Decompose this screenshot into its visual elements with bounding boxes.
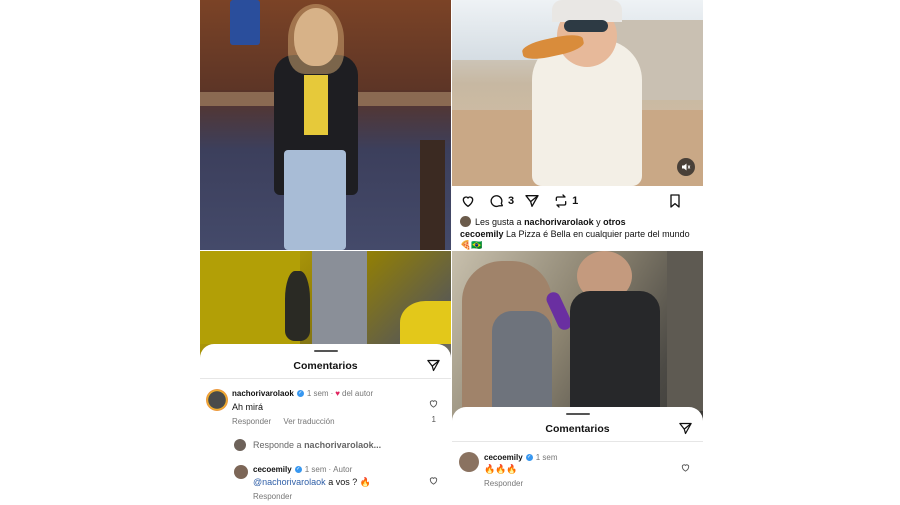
comment-header: nachorivarolaok ✓ 1 sem · ♥ del autor	[232, 389, 375, 398]
reply-actions: Responder	[253, 492, 302, 501]
likes-suffix: y	[596, 216, 601, 227]
comment-button[interactable]: 3	[489, 193, 514, 209]
like-button[interactable]	[460, 193, 479, 209]
sheet-title: Comentarios	[545, 423, 610, 435]
reply-placeholder-user: nachorivarolaok...	[304, 440, 382, 450]
comment-text: Ah mirá	[232, 402, 264, 412]
comments-sheet: Comentarios nachorivarolaok ✓ 1 sem · ♥ …	[200, 344, 451, 505]
heart-icon[interactable]	[428, 398, 439, 409]
translate-button[interactable]: Ver traducción	[283, 417, 334, 426]
comments-panel-right: Comentarios cecoemily ✓ 1 sem 🔥🔥🔥 Respon…	[452, 251, 703, 505]
verified-icon: ✓	[294, 466, 302, 473]
caption-text: La Pizza é Bella en cualquier parte del …	[506, 229, 690, 239]
post-photo	[452, 0, 703, 186]
reply-input[interactable]: Responde a nachorivarolaok...	[253, 440, 381, 450]
reply-button[interactable]: Responder	[484, 479, 523, 488]
separator-dot: ·	[330, 389, 334, 398]
reply-button[interactable]: Responder	[253, 492, 292, 501]
comment-actions: Responder	[484, 479, 533, 488]
separator-dot: ·	[328, 465, 332, 474]
sheet-handle[interactable]	[565, 413, 590, 415]
reply-placeholder-prefix: Responde a	[253, 440, 302, 450]
avatar[interactable]	[459, 452, 479, 472]
likes-prefix: Les gusta a	[475, 216, 522, 227]
share-button[interactable]	[524, 193, 543, 209]
comment-username[interactable]: cecoemily	[484, 453, 523, 462]
avatar	[460, 216, 471, 227]
reply-text-body: a vos ? 🔥	[328, 477, 371, 487]
comment-icon	[490, 195, 503, 208]
comment-time: 1 sem	[304, 465, 327, 474]
comment-username[interactable]: nachorivarolaok	[232, 389, 294, 398]
photo-collage: 3 1 Les gusta a nachorivarolaok y otros …	[200, 0, 703, 505]
caption-emojis: 🍕🇧🇷	[460, 240, 483, 250]
caption-username[interactable]: cecoemily	[460, 229, 504, 239]
comments-panel-left: Comentarios nachorivarolaok ✓ 1 sem · ♥ …	[200, 251, 451, 505]
like-count: 1	[431, 415, 436, 424]
post-actions: 3 1	[460, 192, 696, 210]
repost-count: 1	[572, 195, 579, 207]
comment-header: cecoemily ✓ 1 sem	[484, 453, 560, 462]
heart-icon: ♥	[335, 389, 341, 398]
avatar[interactable]	[206, 389, 228, 411]
mention-link[interactable]: @nachorivarolaok	[253, 477, 326, 487]
divider	[200, 378, 451, 379]
mute-icon[interactable]	[677, 158, 695, 176]
reply-text: @nachorivarolaok a vos ? 🔥	[253, 477, 371, 488]
send-icon[interactable]	[426, 358, 441, 373]
instagram-post: 3 1 Les gusta a nachorivarolaok y otros …	[452, 0, 703, 250]
sheet-title: Comentarios	[293, 360, 358, 372]
comment-actions: Responder Ver traducción	[232, 417, 345, 426]
author-tag: Autor	[333, 465, 353, 474]
verified-icon: ✓	[525, 454, 533, 461]
photo-woman-with-drink	[200, 0, 451, 250]
heart-icon	[462, 196, 474, 208]
post-caption: cecoemily La Pizza é Bella en cualquier …	[460, 229, 700, 250]
heart-icon[interactable]	[428, 475, 439, 486]
comment-time: 1 sem	[535, 453, 558, 462]
reply-header: cecoemily ✓ 1 sem · Autor	[253, 465, 354, 474]
likes-summary: Les gusta a nachorivarolaok y otros	[460, 216, 626, 227]
avatar	[234, 439, 246, 451]
liked-by-author: del autor	[342, 389, 374, 398]
divider	[452, 441, 703, 442]
repost-button[interactable]: 1	[553, 193, 578, 209]
heart-icon[interactable]	[680, 462, 691, 473]
bookmark-icon	[670, 194, 680, 208]
bookmark-button[interactable]	[667, 193, 686, 209]
share-icon	[525, 195, 539, 207]
sheet-handle[interactable]	[313, 350, 338, 352]
likes-others-link[interactable]: otros	[603, 217, 626, 227]
reply-button[interactable]: Responder	[232, 417, 271, 426]
comments-sheet: Comentarios cecoemily ✓ 1 sem 🔥🔥🔥 Respon…	[452, 407, 703, 505]
verified-icon: ✓	[296, 390, 304, 397]
send-icon[interactable]	[678, 421, 693, 436]
avatar[interactable]	[234, 465, 248, 479]
repost-icon	[555, 194, 567, 208]
comment-time: 1 sem	[306, 389, 329, 398]
comment-count: 3	[508, 195, 515, 207]
likes-user-link[interactable]: nachorivarolaok	[524, 217, 594, 227]
comment-text: 🔥🔥🔥	[484, 464, 518, 474]
comment-username[interactable]: cecoemily	[253, 465, 292, 474]
